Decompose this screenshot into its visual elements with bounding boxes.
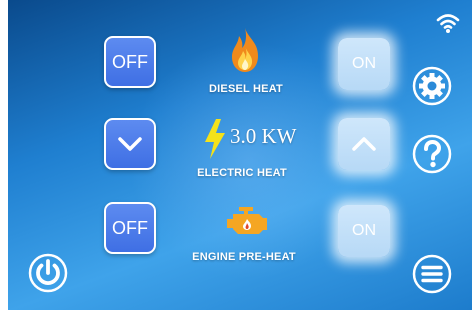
power-icon[interactable] — [28, 253, 68, 293]
engine-off-label: OFF — [112, 217, 148, 238]
diesel-on-label: ON — [352, 55, 376, 72]
question-icon[interactable] — [412, 134, 452, 174]
menu-icon[interactable] — [412, 254, 452, 294]
power-increase-button[interactable] — [338, 118, 390, 170]
diesel-off-button[interactable]: OFF — [104, 36, 156, 88]
diesel-off-label: OFF — [112, 51, 148, 72]
background-glow — [128, 40, 368, 280]
power-decrease-button[interactable] — [104, 118, 156, 170]
diesel-on-button[interactable]: ON — [338, 38, 390, 90]
power-value: 3.0 KW — [230, 124, 297, 148]
engine-icon — [227, 207, 267, 234]
electric-heat-label: ELECTRIC HEAT — [197, 167, 287, 179]
chevron-up-icon — [352, 137, 376, 151]
engine-pre-heat-label: ENGINE PRE-HEAT — [192, 251, 296, 263]
flame-icon — [232, 28, 258, 72]
engine-off-button[interactable]: OFF — [104, 202, 156, 254]
chevron-down-icon — [118, 137, 142, 151]
heater-control-screen: OFF DIESEL HEAT ON 3.0 KW ELECTRIC HEAT … — [8, 0, 472, 310]
lightning-bolt-icon — [205, 119, 225, 159]
engine-on-label: ON — [352, 222, 376, 239]
diesel-heat-label: DIESEL HEAT — [209, 83, 283, 95]
engine-on-button[interactable]: ON — [338, 205, 390, 257]
gear-icon[interactable] — [412, 66, 452, 106]
wifi-icon — [436, 14, 460, 33]
